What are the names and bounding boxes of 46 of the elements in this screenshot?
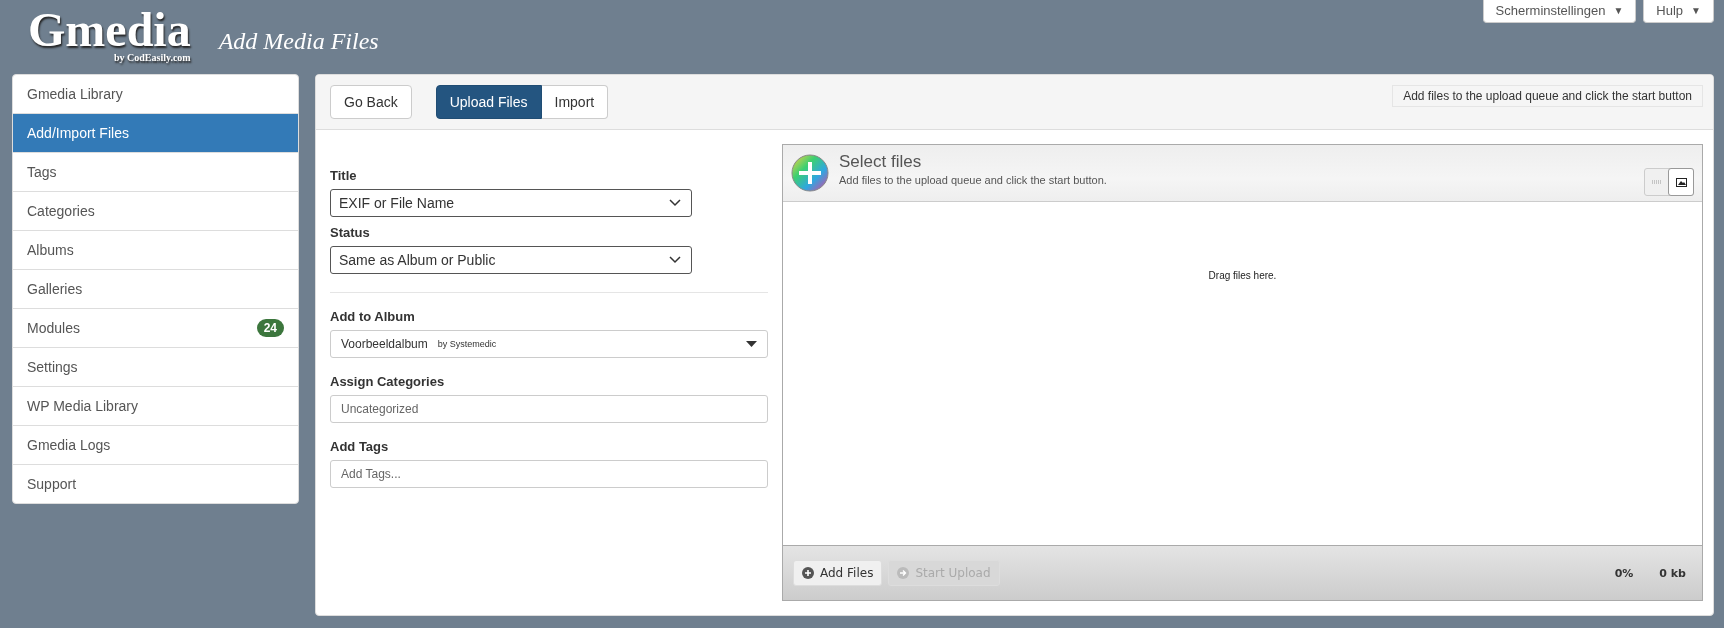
page-title: Add Media Files	[218, 28, 379, 55]
sidebar-item[interactable]: Gmedia Library	[13, 75, 298, 113]
image-icon	[1675, 177, 1687, 187]
caret-icon	[746, 341, 757, 347]
sidebar-item[interactable]: Add/Import Files	[13, 113, 298, 152]
sidebar-item[interactable]: Galleries	[13, 269, 298, 308]
logo-text: Gmedia	[28, 6, 191, 54]
sidebar-item[interactable]: Gmedia Logs	[13, 425, 298, 464]
sidebar-item[interactable]: WP Media Library	[13, 386, 298, 425]
select-field[interactable]: EXIF or File Name	[330, 189, 692, 217]
count-badge: 24	[256, 319, 284, 337]
progress-percent: 0%	[1614, 566, 1634, 580]
plus-circle-icon	[802, 567, 814, 579]
arrow-circle-icon	[897, 567, 910, 579]
upload-size: 0 kb	[1659, 566, 1686, 580]
input-field[interactable]: Add Tags...	[330, 460, 768, 488]
dropdown-button[interactable]: Hulp ▼	[1643, 0, 1714, 23]
dropdown-button[interactable]: Scherminstellingen ▼	[1482, 0, 1637, 23]
sidebar-item[interactable]: Support	[13, 464, 298, 503]
chevron-down-icon	[669, 256, 681, 264]
sidebar-item[interactable]: Albums	[13, 230, 298, 269]
uploader-title: Select files	[839, 152, 923, 172]
field-label: Add to Album	[330, 309, 416, 324]
upload-button[interactable]: Add Files	[793, 560, 883, 586]
logo-byline: by CodEasily.com	[113, 52, 191, 63]
drop-hint: Drag files here.	[1208, 270, 1277, 283]
tab-button[interactable]: Upload Files	[435, 85, 542, 119]
add-icon	[791, 154, 829, 192]
view-toggle[interactable]	[1668, 168, 1694, 196]
go-back-button[interactable]: Go Back	[330, 85, 412, 119]
sidebar-item[interactable]: Tags	[13, 152, 298, 191]
sidebar-item[interactable]: Categories	[13, 191, 298, 230]
sidebar-item[interactable]: Modules 24	[13, 308, 298, 347]
hint-label: Add files to the upload queue and click the start button	[1392, 85, 1703, 107]
tab-button[interactable]: Import	[541, 85, 609, 119]
select-field[interactable]: Same as Album or Public	[330, 246, 692, 274]
uploader-subtitle: Add files to the upload queue and click the start button.	[839, 174, 1107, 186]
chevron-down-icon	[669, 199, 681, 207]
field-label: Title	[330, 168, 358, 183]
sidebar-item[interactable]: Settings	[13, 347, 298, 386]
list-view-icon	[1652, 180, 1662, 184]
input-field[interactable]: Uncategorized	[330, 395, 768, 423]
field-label: Status	[330, 225, 371, 240]
album-select-field[interactable]: Voorbeeldalbum by Systemedic	[330, 330, 768, 358]
field-label: Add Tags	[330, 439, 390, 454]
field-label: Assign Categories	[330, 374, 446, 389]
